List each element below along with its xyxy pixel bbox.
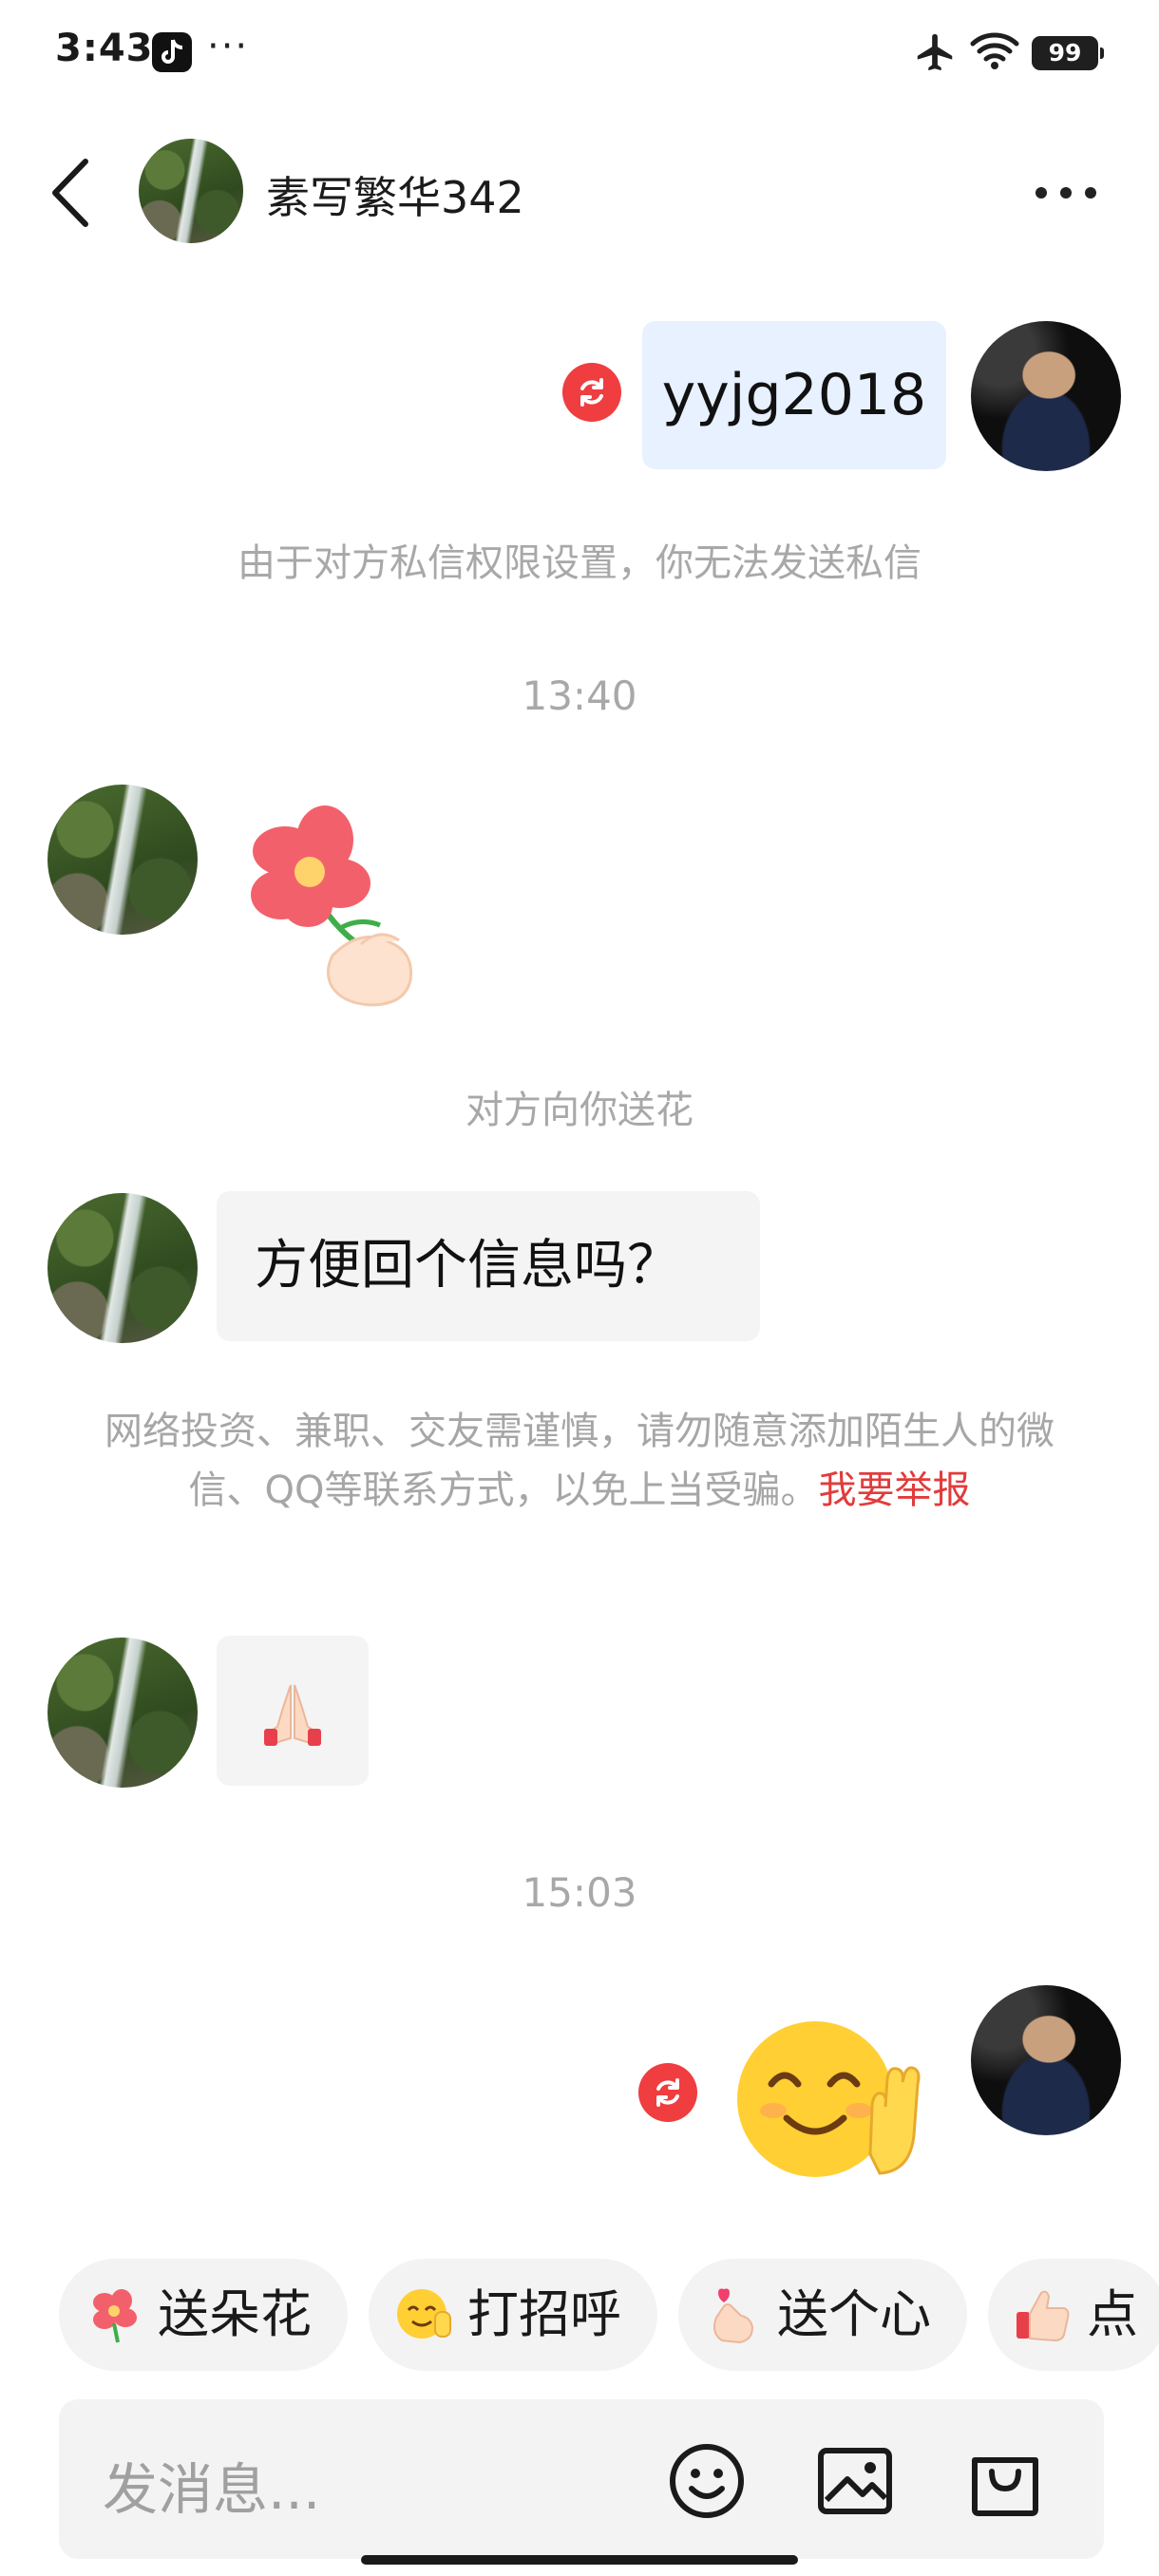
praying-hands-icon (264, 1684, 321, 1746)
finger-heart-emoji-icon (713, 2288, 754, 2344)
wifi-icon (969, 30, 1020, 76)
thumbs-up-emoji-icon (1016, 2291, 1070, 2342)
chip-label: 打招呼 (467, 2284, 621, 2344)
home-indicator[interactable] (361, 2555, 798, 2565)
my-avatar[interactable] (971, 321, 1121, 471)
send-flower-chip[interactable]: 送朵花 (59, 2259, 348, 2371)
send-heart-chip[interactable]: 送个心 (678, 2259, 967, 2371)
battery-indicator: 99 (1032, 36, 1104, 70)
contact-avatar[interactable] (139, 139, 243, 243)
received-emoji-bubble[interactable] (217, 1636, 369, 1786)
contact-name[interactable]: 素写繁华342 (266, 163, 524, 226)
image-button-icon[interactable] (815, 2441, 895, 2525)
send-failed-icon[interactable] (562, 363, 621, 422)
more-options-icon[interactable] (1036, 184, 1110, 202)
report-link[interactable]: 我要举报 (818, 1468, 970, 1512)
shop-bag-icon[interactable] (965, 2441, 1045, 2525)
message-input[interactable]: 发消息... (59, 2399, 1104, 2559)
send-failed-icon[interactable] (638, 2063, 697, 2122)
chip-label: 点 (1087, 2284, 1138, 2344)
chip-label: 送个心 (777, 2284, 931, 2344)
received-message-bubble[interactable]: 方便回个信息吗？ (217, 1191, 760, 1341)
smiling-wave-emoji-icon[interactable] (728, 2012, 927, 2187)
contact-avatar-message[interactable] (48, 1638, 198, 1788)
safety-warning: 网络投资、兼职、交友需谨慎，请勿随意添加陌生人的微信、QQ等联系方式，以免上当受… (95, 1402, 1064, 1520)
flower-sticker-icon[interactable] (218, 785, 446, 1016)
say-hello-chip[interactable]: 打招呼 (369, 2259, 657, 2371)
status-more-icon: ··· (207, 25, 250, 68)
contact-avatar-message[interactable] (48, 1193, 198, 1343)
back-arrow-icon[interactable] (48, 156, 93, 234)
sent-message-bubble[interactable]: yyjg2018 (642, 321, 946, 469)
greeting-emoji-icon (397, 2289, 451, 2339)
contact-avatar-message[interactable] (48, 785, 198, 935)
my-avatar[interactable] (971, 1985, 1121, 2135)
tiktok-icon (152, 32, 192, 72)
airplane-icon (914, 30, 958, 78)
message-input-placeholder: 发消息... (103, 2457, 321, 2522)
quick-action-bar: 送朵花 打招呼 送个心 点 (59, 2259, 1159, 2371)
chip-label: 送朵花 (158, 2284, 312, 2344)
flower-emoji-icon (93, 2289, 137, 2343)
timestamp: 15:03 (522, 1869, 637, 1916)
flower-notice: 对方向你送花 (466, 1089, 694, 1132)
blocked-notice: 由于对方私信权限设置，你无法发送私信 (238, 541, 922, 585)
like-chip[interactable]: 点 (988, 2259, 1159, 2371)
emoji-button-icon[interactable] (667, 2441, 747, 2525)
status-time: 3:43 (55, 27, 154, 70)
timestamp: 13:40 (522, 672, 637, 719)
